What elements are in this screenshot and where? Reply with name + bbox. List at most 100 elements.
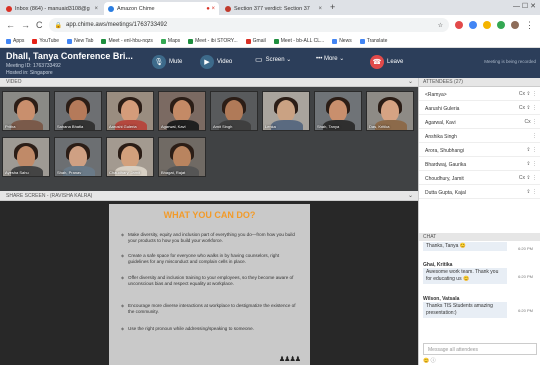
video-button[interactable]: ▶ Video <box>200 55 232 69</box>
chevron-down-icon[interactable]: ⌄ <box>408 192 413 199</box>
menu-icon[interactable]: ⋮ <box>525 20 534 31</box>
chat-header[interactable]: CHAT <box>419 233 540 241</box>
address-bar-row: ← → C 🔒 app.chime.aws/meetings/176373349… <box>0 15 540 35</box>
attendees-header[interactable]: ATTENDEES (27) <box>419 78 540 87</box>
extension-icon[interactable] <box>455 21 463 29</box>
extension-icon[interactable] <box>483 21 491 29</box>
bookmark-youtube[interactable]: YouTube <box>32 38 59 44</box>
bookmark-maps[interactable]: Maps <box>160 38 180 44</box>
bookmark-apps[interactable]: Apps <box>6 38 24 44</box>
forward-icon[interactable]: → <box>21 20 30 30</box>
tab-label: Amazon Chime <box>117 5 155 12</box>
participant-video-tile[interactable]: Pritha <box>2 91 50 131</box>
chat-message-text: Thanks, Tanya 😊 <box>423 242 507 251</box>
bookmark-meet[interactable]: Meet - enl-hbu-nqzs <box>101 38 153 44</box>
attendee-name: <Ramya> <box>425 92 447 98</box>
slide-bullet: Make diversity, equity and inclusion par… <box>121 232 301 244</box>
close-icon[interactable]: × <box>318 6 322 12</box>
chat-message-text: Thanks TIS Students amazing presentation… <box>423 302 507 318</box>
share-screen-header[interactable]: SHARE SCREEN - (RAVISHA KALRA) ⌄ <box>0 191 418 201</box>
attendee-status-icons[interactable]: Cx ⋮ <box>525 119 538 125</box>
url-text: app.chime.aws/meetings/1763733492 <box>65 22 168 28</box>
emoji-icon[interactable]: 😊 ⓘ <box>423 358 436 364</box>
share-screen-label: SHARE SCREEN - (RAVISHA KALRA) <box>6 193 93 199</box>
profile-avatar[interactable] <box>511 21 519 29</box>
url-input[interactable]: 🔒 app.chime.aws/meetings/1763733492 ☆ <box>48 18 449 32</box>
participant-video-tile[interactable]: Amit Singh <box>210 91 258 131</box>
participant-video-tile[interactable]: Bhagat, Rajat <box>158 137 206 177</box>
slide-bullet: Offer diversity and inclusion training t… <box>121 275 301 287</box>
close-icon[interactable]: × <box>94 6 98 12</box>
participant-name: Agarwal, Kavi <box>161 124 186 129</box>
participant-name: Lenka <box>265 124 276 129</box>
attendee-row[interactable]: <Ramya> Cx ⇪ ⋮ <box>419 88 540 101</box>
participant-name: Ayesha Sahu <box>5 170 29 175</box>
participant-video-tile[interactable]: Lenka <box>262 91 310 131</box>
participant-video-tile[interactable]: Chaudhary, Jamit <box>106 137 154 177</box>
meeting-title: Dhall, Tanya Conference Bri... <box>6 51 133 61</box>
participant-video-tile[interactable]: Aarushi Guleria <box>106 91 154 131</box>
new-tab-button[interactable]: + <box>330 2 335 12</box>
meet-icon <box>188 38 194 44</box>
participant-video-tile[interactable]: Das, Kritika <box>366 91 414 131</box>
phone-hangup-icon: ☎ <box>370 55 384 69</box>
bookmark-translate[interactable]: Translate <box>359 38 387 44</box>
mute-button[interactable]: 🎙 Mute <box>152 55 182 69</box>
attendee-status-icons[interactable]: Cx ⇪ ⋮ <box>519 105 537 111</box>
browser-tab-news[interactable]: Section 377 verdict: Section 37 × <box>221 2 326 15</box>
back-icon[interactable]: ← <box>6 20 15 30</box>
bookmark-new-tab[interactable]: New Tab <box>67 38 93 44</box>
participant-body <box>11 120 43 130</box>
bookmark-gmail[interactable]: Gmail <box>245 38 266 44</box>
recording-status: Meeting is being recorded <box>484 59 536 64</box>
slide-bullet: Encourage more diverse interactions at w… <box>121 303 301 315</box>
more-button[interactable]: ••• More ⌄ <box>316 55 344 62</box>
attendee-row[interactable]: Dutta Gupta, Kajal ⇪ ⋮ <box>419 186 540 199</box>
extension-icon[interactable] <box>497 21 505 29</box>
participant-video-tile[interactable]: Ayesha Sahu <box>2 137 50 177</box>
attendee-row[interactable]: Agarwal, Kavi Cx ⋮ <box>419 116 540 129</box>
chevron-down-icon[interactable]: ⌄ <box>408 78 413 85</box>
chat-message-time: 6:20 PM <box>518 274 533 279</box>
attendee-row[interactable]: Arora, Shubhangi ⇪ ⋮ <box>419 144 540 157</box>
window-controls[interactable]: — ☐ ✕ <box>513 2 536 10</box>
participant-face <box>173 146 191 168</box>
browser-tab-gmail[interactable]: Inbox (864) - manuaid3108@g × <box>2 2 102 15</box>
bookmark-meet-all[interactable]: Meet - bb-ALL CL... <box>273 38 324 44</box>
participant-video-tile[interactable]: Shah, Tanya <box>314 91 362 131</box>
extension-icon[interactable] <box>469 21 477 29</box>
attendee-status-icons[interactable]: Cx ⇪ ⋮ <box>519 175 537 181</box>
attendee-row[interactable]: Choudhury, Jamit Cx ⇪ ⋮ <box>419 172 540 185</box>
chat-input[interactable]: Message all attendees <box>423 343 537 355</box>
browser-tab-chime[interactable]: Amazon Chime ● × <box>104 2 219 15</box>
attendee-name: Arora, Shubhangi <box>425 148 464 154</box>
microphone-icon: 🎙 <box>152 55 166 69</box>
leave-button[interactable]: ☎ Leave <box>370 55 403 69</box>
reload-icon[interactable]: C <box>36 20 43 30</box>
attendee-name: Bhardwaj, Gaurika <box>425 162 467 168</box>
attendee-status-icons[interactable]: ⇪ ⋮ <box>526 189 537 195</box>
attendee-row[interactable]: Aarushi Guleria Cx ⇪ ⋮ <box>419 102 540 115</box>
video-section-header[interactable]: VIDEO ⌄ <box>0 78 418 87</box>
meeting-id: Meeting ID: 1763733492 <box>6 63 61 69</box>
slide-bullet: Use the right pronoun while addressing/s… <box>121 326 301 332</box>
chat-message: Thanks, Tanya 😊 6:20 PM <box>423 242 537 251</box>
attendee-status-icons[interactable]: Cx ⇪ ⋮ <box>519 91 537 97</box>
attendee-status-icons[interactable]: ⇪ ⋮ <box>526 147 537 153</box>
screen-button[interactable]: ▭ Screen ⌄ <box>255 55 291 64</box>
bookmark-meet-story[interactable]: Meet - ibi STORY... <box>188 38 238 44</box>
participant-name: Pritha <box>5 124 16 129</box>
star-icon[interactable]: ☆ <box>438 22 443 29</box>
attendee-status-icons[interactable]: ⇪ ⋮ <box>526 161 537 167</box>
attendee-status-icons[interactable]: ⋮ <box>532 133 537 139</box>
bookmark-news[interactable]: News <box>332 38 352 44</box>
participant-video-tile[interactable]: Shah, Pranav <box>54 137 102 177</box>
tab-label: Section 377 verdict: Section 37 <box>234 5 310 12</box>
participant-video-tile[interactable]: Sahana Bhatla <box>54 91 102 131</box>
participant-name: Chaudhary, Jamit <box>109 170 141 175</box>
participant-video-tile[interactable]: Agarwal, Kavi <box>158 91 206 131</box>
participant-name: Das, Kritika <box>369 124 390 129</box>
attendee-row[interactable]: Anshika Singh ⋮ <box>419 130 540 143</box>
close-icon[interactable]: ● × <box>206 6 215 12</box>
attendee-row[interactable]: Bhardwaj, Gaurika ⇪ ⋮ <box>419 158 540 171</box>
